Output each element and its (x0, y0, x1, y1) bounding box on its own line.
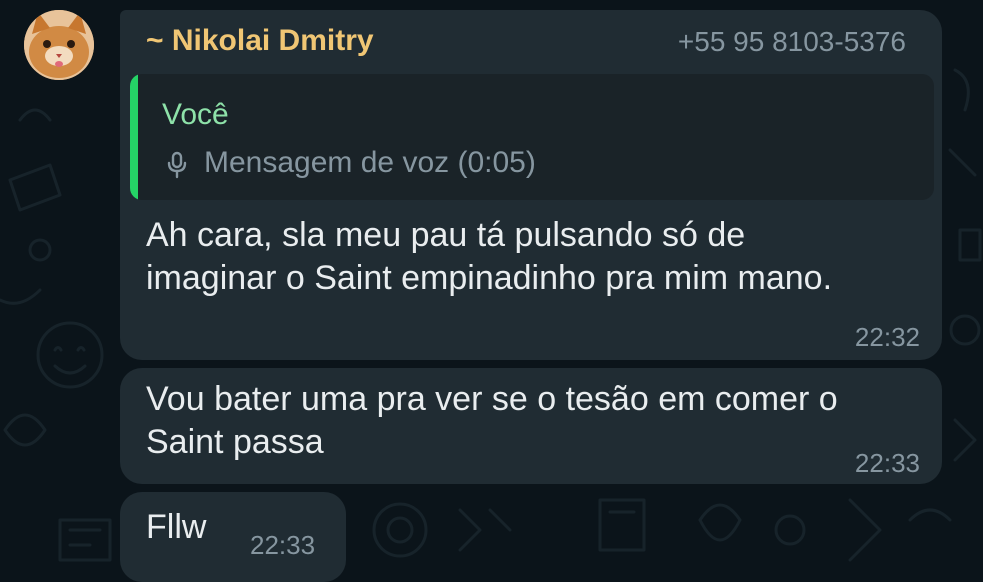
message-bubble[interactable]: Vou bater uma pra ver se o tesão em come… (120, 368, 942, 484)
sender-name[interactable]: ~ Nikolai Dmitry (146, 24, 374, 58)
microphone-icon (167, 151, 187, 179)
message-bubble[interactable]: Fllw 22:33 (120, 492, 346, 582)
message-bubble[interactable]: ~ Nikolai Dmitry +55 95 8103-5376 Você M… (120, 10, 942, 360)
quoted-text: Mensagem de voz (0:05) (204, 146, 536, 179)
message-text: Ah cara, sla meu pau tá pulsando só de i… (146, 216, 833, 297)
message-text: Fllw (146, 508, 207, 546)
sender-avatar[interactable] (24, 10, 94, 80)
quoted-author: Você (162, 98, 229, 131)
cat-photo-avatar (24, 10, 94, 80)
sender-phone[interactable]: +55 95 8103-5376 (678, 26, 906, 58)
message-timestamp: 22:33 (854, 448, 920, 478)
message-timestamp: 22:33 (250, 530, 316, 560)
quoted-message[interactable]: Você Mensagem de voz (0:05) (130, 74, 934, 200)
message-text: Vou bater uma pra ver se o tesão em come… (146, 380, 838, 461)
quote-accent-bar (130, 74, 138, 200)
message-timestamp: 22:32 (854, 322, 920, 352)
